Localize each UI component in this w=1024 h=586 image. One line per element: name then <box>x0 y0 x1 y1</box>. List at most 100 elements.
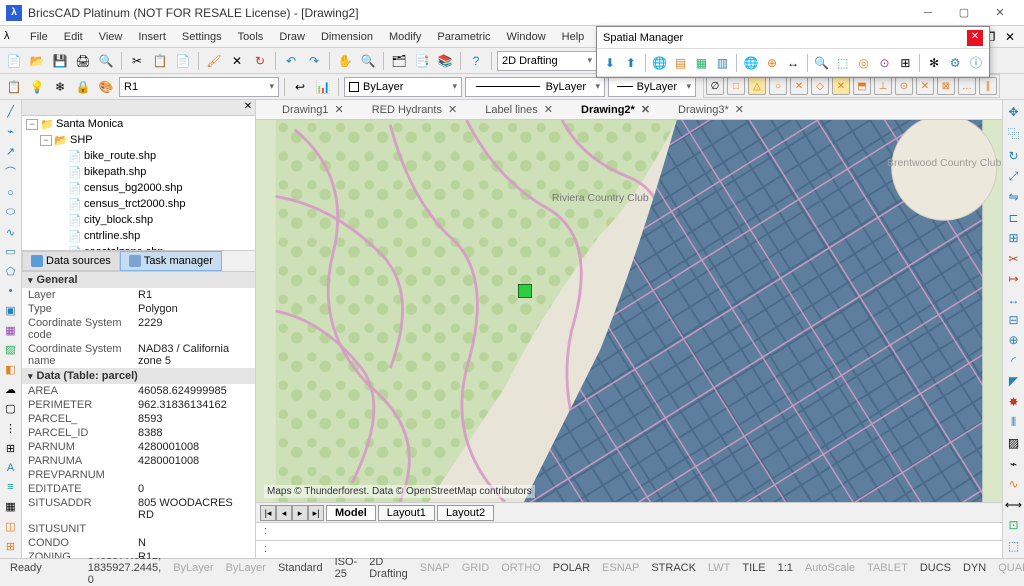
sp-table-icon[interactable]: ▥ <box>713 53 731 73</box>
layer-states-icon[interactable]: 📊 <box>313 77 333 97</box>
status-tile[interactable]: TILE <box>738 562 769 574</box>
menu-insert[interactable]: Insert <box>130 29 174 45</box>
close-tab-icon[interactable]: ✕ <box>641 103 650 116</box>
menu-parametric[interactable]: Parametric <box>429 29 498 45</box>
menu-file[interactable]: File <box>22 29 56 45</box>
divide-icon[interactable]: ⋮ <box>2 421 20 437</box>
align-icon[interactable]: ⫴ <box>1004 414 1024 431</box>
help-icon[interactable]: ? <box>466 51 486 71</box>
polygon-icon[interactable]: ⬠ <box>2 263 20 279</box>
table-tool-icon[interactable]: ▦ <box>2 499 20 515</box>
redo2-icon[interactable]: ↷ <box>304 51 324 71</box>
doc-tab[interactable]: Drawing3*✕ <box>670 100 752 119</box>
status-polar[interactable]: POLAR <box>549 562 594 574</box>
menu-view[interactable]: View <box>91 29 131 45</box>
explode-icon[interactable]: ✸ <box>1004 394 1024 410</box>
sp-select-icon[interactable]: ⬚ <box>834 53 852 73</box>
arc-icon[interactable]: ⌒ <box>2 163 20 181</box>
measure-icon[interactable]: ⊞ <box>2 440 20 456</box>
sp-import-icon[interactable]: ⬇ <box>601 53 619 73</box>
chamfer-icon[interactable]: ◤ <box>1004 373 1024 389</box>
polyline-icon[interactable]: ⌁ <box>2 124 20 140</box>
properties-icon[interactable]: 📑 <box>412 51 432 71</box>
status-style[interactable]: Standard <box>274 562 327 574</box>
lineweight-combo[interactable]: ByLayer <box>608 77 696 97</box>
menu-window[interactable]: Window <box>499 29 554 45</box>
text-icon[interactable]: A <box>2 460 20 476</box>
group-data[interactable]: Data (Table: parcel) <box>22 368 255 384</box>
doc-tab[interactable]: Label lines✕ <box>477 100 561 119</box>
layer-color-icon[interactable]: 🎨 <box>96 77 116 97</box>
menu-dimension[interactable]: Dimension <box>313 29 381 45</box>
doc-tab-active[interactable]: Drawing2*✕ <box>573 100 658 119</box>
close-tab-icon[interactable]: ✕ <box>735 103 744 116</box>
explorer-icon[interactable]: 🗂 <box>389 51 409 71</box>
tree-panel[interactable]: − 📁 Santa Monica − 📂 SHP 📄bike_route.shp… <box>22 116 255 251</box>
sidebar-close-icon[interactable]: ✕ <box>241 101 255 115</box>
osnap-endpoint-icon[interactable]: □ <box>727 77 745 95</box>
spatial-panel-title[interactable]: Spatial Manager ✕ <box>597 27 989 49</box>
line-icon[interactable]: ╱ <box>2 104 20 120</box>
fillet-icon[interactable]: ◜ <box>1004 353 1024 369</box>
close-tab-icon[interactable]: ✕ <box>544 103 553 116</box>
first-layout-icon[interactable]: |◂ <box>260 505 276 521</box>
osnap-midpoint-icon[interactable]: △ <box>748 77 766 95</box>
tree-file[interactable]: 📄bikepath.shp <box>22 164 255 180</box>
mtext-icon[interactable]: ≡ <box>2 480 20 496</box>
rectangle-icon[interactable]: ▭ <box>2 244 20 260</box>
print-icon[interactable]: 🖨 <box>73 51 93 71</box>
group-general[interactable]: General <box>22 272 255 288</box>
edit-polyline-icon[interactable]: ⌁ <box>1004 456 1024 472</box>
sp-find-icon[interactable]: 🔍 <box>813 53 831 73</box>
linetype-combo[interactable]: ByLayer <box>465 77 605 97</box>
new-icon[interactable]: 📄 <box>4 51 24 71</box>
layer-on-icon[interactable]: 💡 <box>27 77 47 97</box>
tree-folder[interactable]: − 📂 SHP <box>22 132 255 148</box>
sp-bgmap-icon[interactable]: 🌐 <box>742 53 760 73</box>
layer-combo[interactable]: R1 <box>119 77 279 97</box>
menu-settings[interactable]: Settings <box>174 29 230 45</box>
doc-tab[interactable]: RED Hydrants✕ <box>364 100 466 119</box>
gradient-icon[interactable]: ◧ <box>2 362 20 378</box>
command-line[interactable]: : <box>256 540 1002 558</box>
osnap-perpendicular-icon[interactable]: ⊥ <box>874 77 892 95</box>
osnap-intersection-icon[interactable]: ✕ <box>832 77 850 95</box>
layer-previous-icon[interactable]: ↩ <box>290 77 310 97</box>
extend-icon[interactable]: ↦ <box>1004 271 1024 287</box>
stretch-icon[interactable]: ↔ <box>1004 291 1024 307</box>
mirror-icon[interactable]: ⇋ <box>1004 189 1024 205</box>
minimize-button[interactable]: ─ <box>910 2 946 24</box>
osnap-none-icon[interactable]: ∅ <box>706 77 724 95</box>
edit-spline-icon[interactable]: ∿ <box>1004 476 1024 492</box>
sp-crs-icon[interactable]: ⊕ <box>763 53 781 73</box>
cut-icon[interactable]: ✂ <box>127 51 147 71</box>
spatial-close-button[interactable]: ✕ <box>967 30 983 46</box>
status-lwt[interactable]: LWT <box>704 562 734 574</box>
status-esnap[interactable]: ESNAP <box>598 562 643 574</box>
prev-layout-icon[interactable]: ◂ <box>276 505 292 521</box>
spline-icon[interactable]: ∿ <box>2 224 20 240</box>
save-icon[interactable]: 💾 <box>50 51 70 71</box>
status-tablet[interactable]: TABLET <box>863 562 912 574</box>
ellipse-icon[interactable]: ⬭ <box>2 205 20 221</box>
sp-options-icon[interactable]: ⚙ <box>946 53 964 73</box>
boundary-icon[interactable]: ▣ <box>2 303 20 319</box>
map-canvas[interactable]: Brentwood Country Club Riviera Country C… <box>256 120 1002 502</box>
edit-hatch-icon[interactable]: ▨ <box>1004 435 1024 451</box>
match-prop-icon[interactable]: 🖌 <box>204 51 224 71</box>
status-scale[interactable]: 1:1 <box>774 562 797 574</box>
redo-icon[interactable]: ↻ <box>250 51 270 71</box>
revcloud-icon[interactable]: ☁ <box>2 381 20 397</box>
status-bylayer[interactable]: ByLayer <box>169 562 217 574</box>
status-dyn[interactable]: DYN <box>959 562 990 574</box>
scale-icon[interactable]: ⤢ <box>1004 168 1024 185</box>
join-icon[interactable]: ⊕ <box>1004 332 1024 348</box>
undo-icon[interactable]: ↶ <box>281 51 301 71</box>
osnap-extension-icon[interactable]: … <box>958 77 976 95</box>
paste-icon[interactable]: 📄 <box>173 51 193 71</box>
layout-tab[interactable]: Layout1 <box>378 505 435 521</box>
move-icon[interactable]: ✥ <box>1004 104 1024 120</box>
sp-dissolve-icon[interactable]: ⊞ <box>896 53 914 73</box>
map-viewport[interactable]: Brentwood Country Club Riviera Country C… <box>256 120 1002 502</box>
osnap-center-icon[interactable]: ○ <box>769 77 787 95</box>
